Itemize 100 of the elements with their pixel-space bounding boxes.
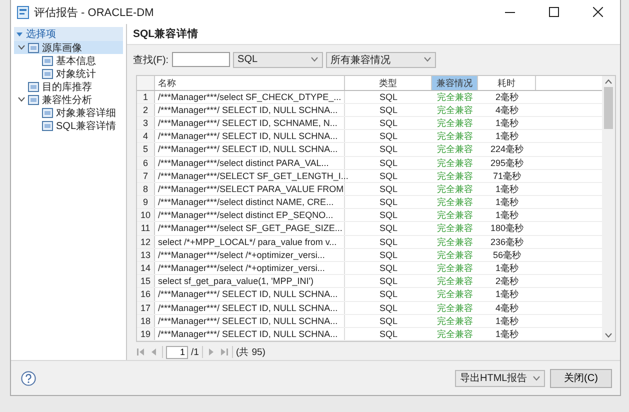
row-number: 3 <box>137 116 155 130</box>
page-count: /1 <box>191 346 199 358</box>
vertical-scrollbar[interactable] <box>602 76 615 342</box>
table-cell-text: 2毫秒 <box>494 275 520 288</box>
table-cell: /***Manager***/SELECT SF_GET_LENGTH_I... <box>155 170 345 182</box>
status-cell-text: 完全兼容 <box>436 262 474 274</box>
scroll-down-icon <box>605 333 612 338</box>
tree-item[interactable]: 对象统计 <box>14 67 123 80</box>
maximize-icon <box>549 7 559 17</box>
table-cell-text: SQL <box>378 222 398 235</box>
close-icon <box>593 7 603 17</box>
table-icon <box>28 82 39 92</box>
previous-page-icon <box>150 348 158 356</box>
report-icon <box>17 6 29 18</box>
tree-item[interactable]: 兼容性分析 <box>14 93 123 106</box>
row-number: 17 <box>137 302 155 314</box>
table-cell: /***Manager***/ SELECT ID, SCHNAME, N... <box>155 116 345 130</box>
table-cell-text: 56毫秒 <box>492 248 522 262</box>
column-header[interactable]: 兼容情况 <box>432 76 478 90</box>
table-cell: /***Manager***/select SF_CHECK_DTYPE_... <box>155 90 345 103</box>
table-cell-text: 1毫秒 <box>494 182 520 196</box>
status-cell-text: 完全兼容 <box>436 222 474 235</box>
row-number: 9 <box>137 196 155 208</box>
table-cell-text: SQL <box>378 275 398 288</box>
tree-item[interactable]: 基本信息 <box>14 54 123 67</box>
row-number: 2 <box>137 104 155 116</box>
table-cell: /***Manager***/select /*+optimizer_versi... <box>155 262 345 274</box>
column-header[interactable]: 名称 <box>155 76 345 90</box>
table-cell: /***Manager***/select distinct PARA_VAL... <box>155 156 345 169</box>
status-cell-text: 完全兼容 <box>436 328 474 340</box>
row-number: 5 <box>137 143 155 156</box>
help-icon <box>21 370 36 386</box>
tree-header-label: 选择项 <box>26 28 56 41</box>
row-number: 13 <box>137 248 155 262</box>
help-button[interactable] <box>21 370 36 386</box>
row-number: 11 <box>137 222 155 235</box>
table-cell-text: 1毫秒 <box>494 314 520 327</box>
table-cell-text: SQL <box>378 104 398 116</box>
tree-item[interactable]: 对象兼容详细 <box>14 106 123 119</box>
total-count: (共 95) <box>236 346 266 359</box>
last-page-button[interactable] <box>218 347 229 358</box>
table-cell: /***Manager***/select distinct EP_SEQNO... <box>155 209 345 222</box>
status-cell-text: 完全兼容 <box>436 209 474 222</box>
table-cell-text: 236毫秒 <box>489 236 525 248</box>
table-cell: /***Manager***/ SELECT ID, NULL SCHNA... <box>155 130 345 142</box>
table-icon <box>42 56 53 66</box>
table-cell: /***Manager***/select SF_GET_PAGE_SIZE... <box>155 222 345 235</box>
filter-dropdown[interactable]: SQL <box>232 52 323 68</box>
row-number: 15 <box>137 275 155 288</box>
table-cell-text: 1毫秒 <box>494 328 520 340</box>
table-icon <box>42 108 53 118</box>
table-cell-text: SQL <box>378 116 398 130</box>
row-number: 7 <box>137 170 155 182</box>
row-number: 8 <box>137 182 155 196</box>
table-cell: /***Manager***/select /*+optimizer_versi... <box>155 248 345 262</box>
filter-dropdown[interactable]: 所有兼容情况 <box>326 52 436 68</box>
first-page-icon <box>137 348 145 356</box>
tree-item[interactable]: 源库画像 <box>14 41 123 54</box>
table-cell: /***Manager***/ SELECT ID, NULL SCHNA... <box>155 302 345 314</box>
table-cell-text: SQL <box>378 143 398 156</box>
table-cell-text: 1毫秒 <box>494 196 520 208</box>
search-field[interactable] <box>172 52 230 68</box>
next-page-icon <box>206 348 215 356</box>
page-field[interactable]: 1 <box>166 346 188 359</box>
previous-page-button[interactable] <box>149 347 159 358</box>
tree-item[interactable]: SQL兼容详情 <box>14 119 123 132</box>
search-label: 查找(F): <box>133 54 169 67</box>
table-icon <box>42 120 53 130</box>
row-number: 4 <box>137 130 155 142</box>
table-cell-text: 1毫秒 <box>494 209 520 222</box>
table-cell-text: SQL <box>378 248 398 262</box>
dropdown-caret-icon <box>424 57 431 62</box>
close-dialog-button[interactable]: 关闭(C) <box>550 368 612 388</box>
row-number: 10 <box>137 209 155 222</box>
table-cell-text: SQL <box>378 182 398 196</box>
scroll-thumb[interactable] <box>604 86 613 129</box>
row-number: 19 <box>137 328 155 340</box>
status-cell-text: 完全兼容 <box>436 104 474 116</box>
table-cell-text: SQL <box>378 302 398 314</box>
expanded-caret-icon <box>18 96 25 103</box>
status-cell-text: 完全兼容 <box>436 302 474 314</box>
table-cell: /***Manager***/select distinct NAME, CRE... <box>155 196 345 208</box>
tree-item[interactable]: 目的库推荐 <box>14 80 123 93</box>
status-cell-text: 完全兼容 <box>436 182 474 196</box>
tree-header[interactable]: 选择项 <box>14 27 123 41</box>
table-cell-text: 1毫秒 <box>494 116 520 130</box>
row-number: 16 <box>137 288 155 301</box>
status-cell-text: 完全兼容 <box>436 196 474 208</box>
table-cell-text: 295毫秒 <box>489 156 525 169</box>
panel-title: SQL兼容详情 <box>133 27 199 41</box>
export-dropdown[interactable]: 导出HTML报告 <box>455 370 545 386</box>
table-cell: /***Manager***/SELECT PARA_VALUE FROM <box>155 182 345 196</box>
table-icon <box>28 42 39 52</box>
row-number: 18 <box>137 314 155 327</box>
first-page-button[interactable] <box>136 347 146 358</box>
scroll-up-icon <box>605 78 612 84</box>
table-cell: /***Manager***/ SELECT ID, NULL SCHNA... <box>155 328 345 340</box>
dropdown-caret-icon <box>310 57 318 62</box>
table-cell: /***Manager***/ SELECT ID, NULL SCHNA... <box>155 288 345 301</box>
table-cell-text: 4毫秒 <box>494 104 520 116</box>
